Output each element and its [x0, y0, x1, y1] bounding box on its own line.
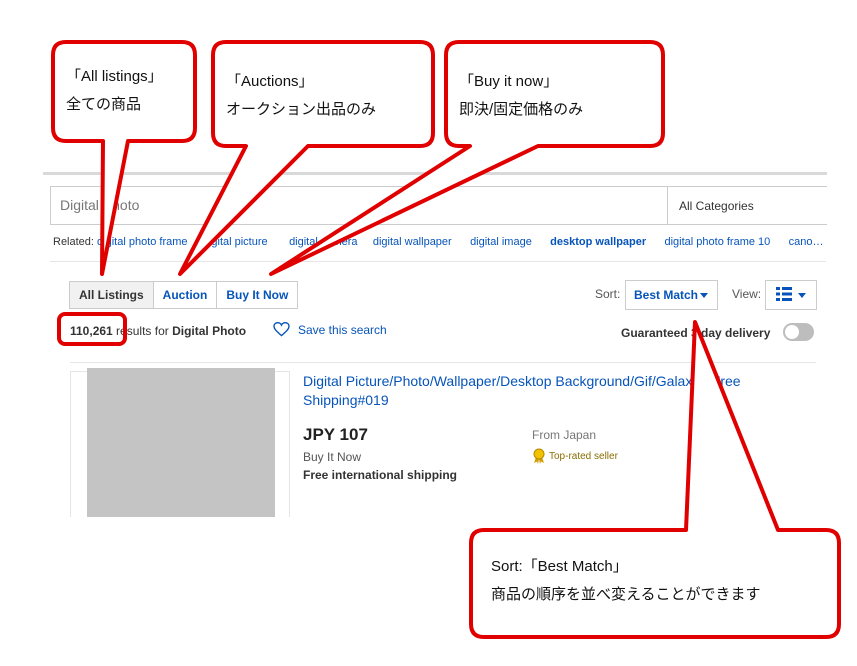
callout-line: オークション出品のみ	[226, 101, 377, 118]
callout-buy-it-now-text: 「Buy it now」 即決/固定価格のみ	[459, 68, 583, 124]
callout-line: 「All listings」	[66, 68, 163, 85]
results-count-highlight	[57, 312, 127, 346]
callout-line: 「Buy it now」	[459, 73, 559, 90]
callout-line: Sort:「Best Match」	[491, 558, 628, 575]
callout-line: 全ての商品	[66, 96, 142, 113]
callout-all-listings-text: 「All listings」 全ての商品	[66, 63, 163, 119]
callout-line: 商品の順序を並べ変えることができます	[491, 586, 761, 603]
callout-auctions-text: 「Auctions」 オークション出品のみ	[226, 68, 376, 124]
callout-sort-text: Sort:「Best Match」 商品の順序を並べ変えることができます	[491, 553, 761, 609]
callout-line: 即決/固定価格のみ	[459, 101, 584, 118]
callout-line: 「Auctions」	[226, 73, 314, 90]
